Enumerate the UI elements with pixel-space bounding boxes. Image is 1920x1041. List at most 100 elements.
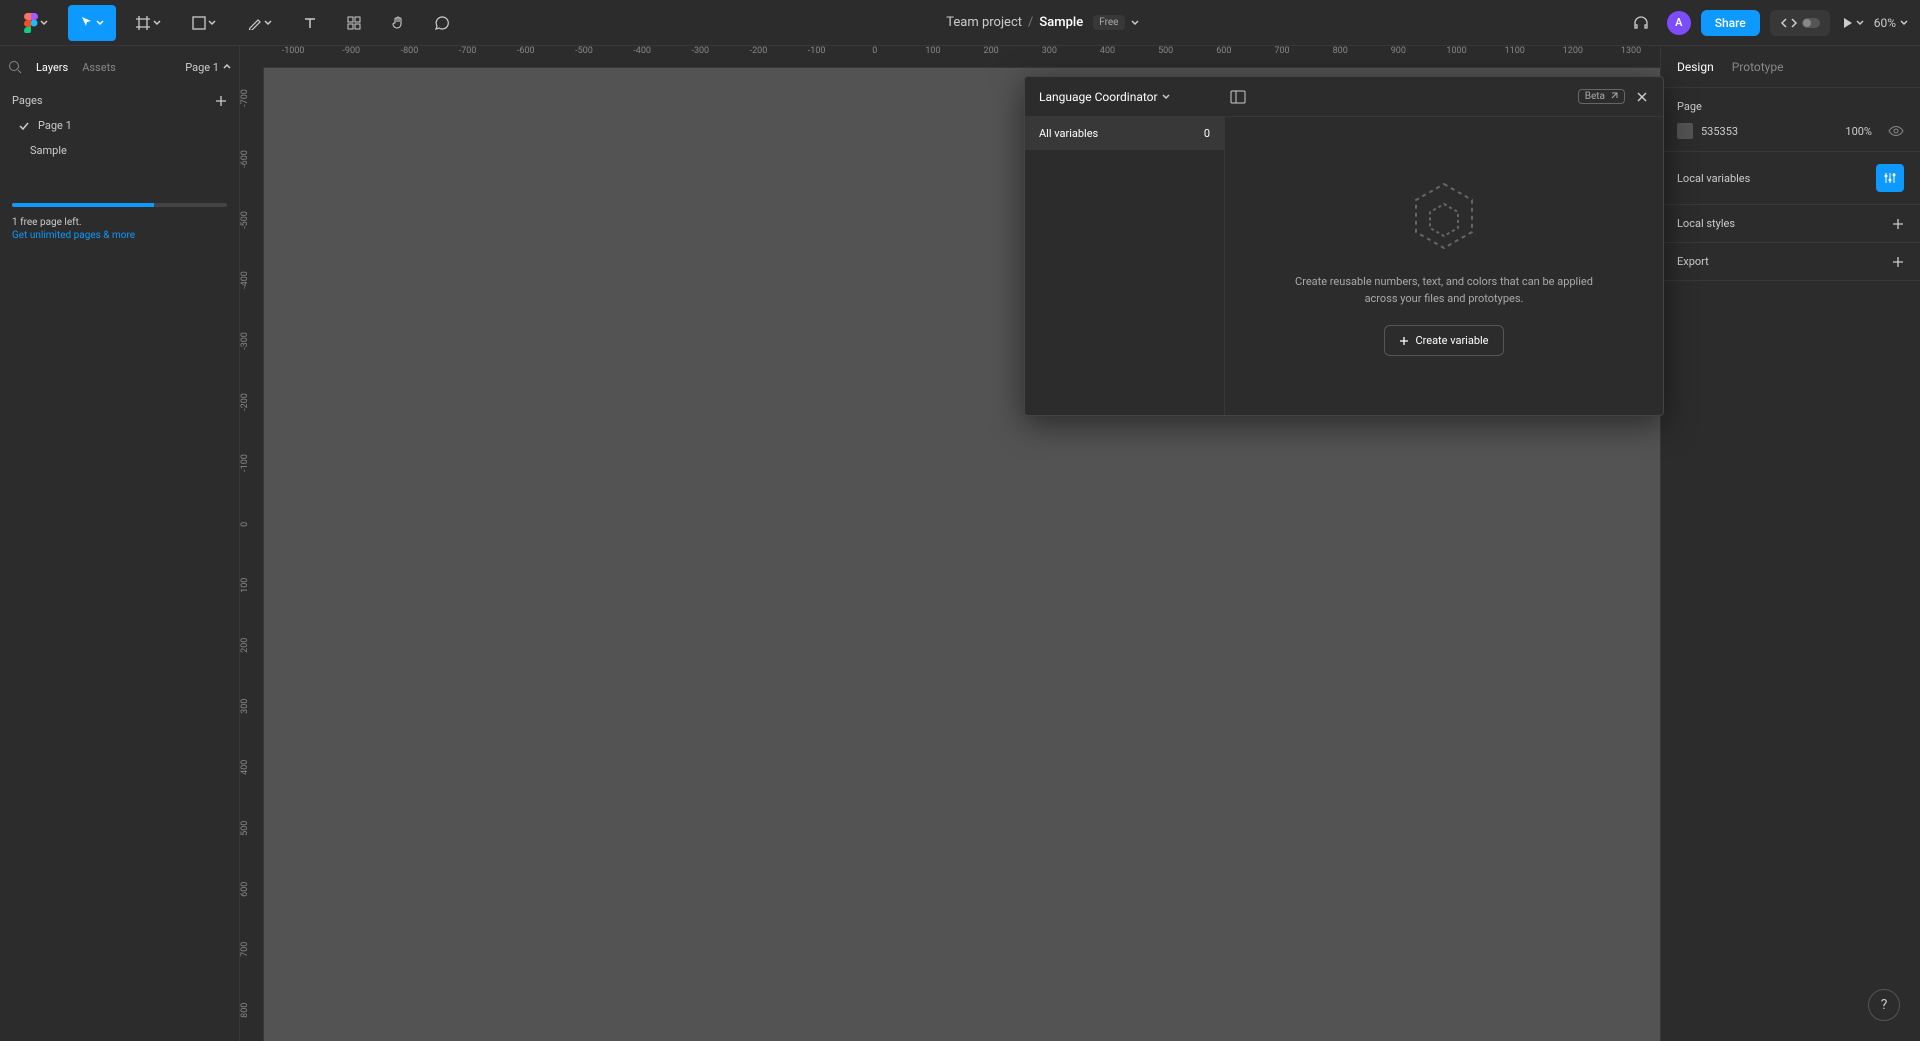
search-button[interactable] <box>8 60 22 74</box>
color-swatch[interactable] <box>1677 123 1693 139</box>
ruler-tick: -400 <box>240 250 263 311</box>
page-section-title: Page <box>1677 100 1904 113</box>
page-selector-label: Page 1 <box>185 61 219 74</box>
zoom-control[interactable]: 60% <box>1874 16 1908 30</box>
ruler-tick: 900 <box>1369 46 1427 67</box>
local-styles-section: Local styles <box>1661 205 1920 243</box>
ruler-tick: 500 <box>240 798 263 859</box>
breadcrumb-team[interactable]: Team project <box>946 15 1022 30</box>
help-button[interactable]: ? <box>1868 989 1900 1021</box>
main-menu-button[interactable] <box>12 5 60 41</box>
ruler-corner <box>240 46 264 68</box>
ruler-tick: -700 <box>240 68 263 129</box>
background-color-row[interactable]: 535353 100% <box>1677 123 1904 139</box>
add-page-button[interactable] <box>215 95 227 107</box>
close-icon <box>1635 90 1649 104</box>
modal-header: Language Coordinator Beta <box>1025 77 1663 117</box>
hexagon-placeholder-icon <box>1404 176 1484 256</box>
left-panel-tabs: Layers Assets Page 1 <box>0 46 239 88</box>
plus-icon <box>1399 336 1409 346</box>
ruler-tick: 100 <box>904 46 962 67</box>
shape-tool-button[interactable] <box>180 5 228 41</box>
upgrade-link[interactable]: Get unlimited pages & more <box>12 230 227 241</box>
layer-item[interactable]: Sample <box>0 138 239 163</box>
pen-tool-button[interactable] <box>236 5 284 41</box>
page-section: Page 535353 100% <box>1661 88 1920 152</box>
chevron-down-icon <box>1856 19 1864 27</box>
plus-icon <box>1892 218 1904 230</box>
beta-label: Beta <box>1585 91 1605 102</box>
ruler-tick: -600 <box>497 46 555 67</box>
add-export-button[interactable] <box>1892 256 1904 268</box>
ruler-tick: -1000 <box>264 46 322 67</box>
sidebar-toggle-button[interactable] <box>1230 90 1246 104</box>
chevron-down-icon <box>96 19 104 27</box>
tab-design[interactable]: Design <box>1677 60 1714 74</box>
sliders-icon <box>1883 171 1897 185</box>
move-tool-button[interactable] <box>68 5 116 41</box>
ruler-tick: -100 <box>788 46 846 67</box>
ruler-tick: -700 <box>439 46 497 67</box>
create-variable-button[interactable]: Create variable <box>1384 325 1503 356</box>
hand-tool-button[interactable] <box>380 5 416 41</box>
ruler-tick: -600 <box>240 129 263 190</box>
collection-item[interactable]: All variables 0 <box>1025 117 1224 150</box>
search-icon <box>8 60 22 74</box>
document-name[interactable]: Sample <box>1039 15 1083 30</box>
right-panel: Design Prototype Page 535353 100% Local … <box>1660 46 1920 1041</box>
close-button[interactable] <box>1635 90 1649 104</box>
open-variables-button[interactable] <box>1876 164 1904 192</box>
topbar-right: A Share 60% <box>1625 7 1908 39</box>
beta-badge[interactable]: Beta <box>1578 89 1625 104</box>
avatar-initial: A <box>1675 16 1682 29</box>
tab-prototype[interactable]: Prototype <box>1732 60 1784 74</box>
quota-bar <box>12 203 227 207</box>
resources-button[interactable] <box>336 5 372 41</box>
ruler-tick: -900 <box>322 46 380 67</box>
ruler-tick: 1200 <box>1544 46 1602 67</box>
present-button[interactable] <box>1840 16 1864 30</box>
pages-header: Pages <box>0 88 239 113</box>
empty-state-description: Create reusable numbers, text, and color… <box>1294 274 1594 307</box>
ruler-tick: 200 <box>962 46 1020 67</box>
plus-icon <box>215 95 227 107</box>
ruler-horizontal: -1000-900-800-700-600-500-400-300-200-10… <box>264 46 1660 68</box>
page-item[interactable]: Page 1 <box>0 113 239 138</box>
chevron-down-icon[interactable] <box>1131 19 1139 27</box>
chevron-up-icon <box>223 63 231 71</box>
ruler-tick: 600 <box>240 859 263 920</box>
ruler-tick: 400 <box>1078 46 1136 67</box>
comment-tool-button[interactable] <box>424 5 460 41</box>
chevron-down-icon <box>1162 93 1170 101</box>
zoom-value: 60% <box>1874 16 1896 30</box>
ruler-tick: 0 <box>846 46 904 67</box>
collection-label: All variables <box>1039 127 1098 140</box>
color-hex-value[interactable]: 535353 <box>1701 125 1738 138</box>
right-panel-tabs: Design Prototype <box>1661 46 1920 88</box>
audio-button[interactable] <box>1625 7 1657 39</box>
tab-layers[interactable]: Layers <box>36 61 68 74</box>
hand-icon <box>390 15 406 31</box>
visibility-toggle[interactable] <box>1888 123 1904 139</box>
modal-title[interactable]: Language Coordinator <box>1039 90 1170 104</box>
rectangle-icon <box>192 16 206 30</box>
tab-assets[interactable]: Assets <box>82 61 116 74</box>
user-avatar[interactable]: A <box>1667 11 1691 35</box>
ruler-tick: 0 <box>240 494 263 555</box>
dev-mode-toggle[interactable] <box>1802 18 1820 28</box>
add-style-button[interactable] <box>1892 218 1904 230</box>
ruler-tick: 300 <box>1020 46 1078 67</box>
ruler-tick: -300 <box>671 46 729 67</box>
page-selector[interactable]: Page 1 <box>185 61 231 74</box>
dev-mode-button[interactable] <box>1770 10 1830 36</box>
ruler-tick: -300 <box>240 311 263 372</box>
ruler-tick: 500 <box>1137 46 1195 67</box>
cursor-icon <box>80 16 94 30</box>
ruler-tick: -200 <box>240 372 263 433</box>
text-tool-button[interactable] <box>292 5 328 41</box>
color-opacity-value[interactable]: 100% <box>1845 125 1872 138</box>
create-variable-label: Create variable <box>1415 334 1488 347</box>
frame-tool-button[interactable] <box>124 5 172 41</box>
play-icon <box>1840 16 1854 30</box>
share-button[interactable]: Share <box>1701 10 1760 36</box>
